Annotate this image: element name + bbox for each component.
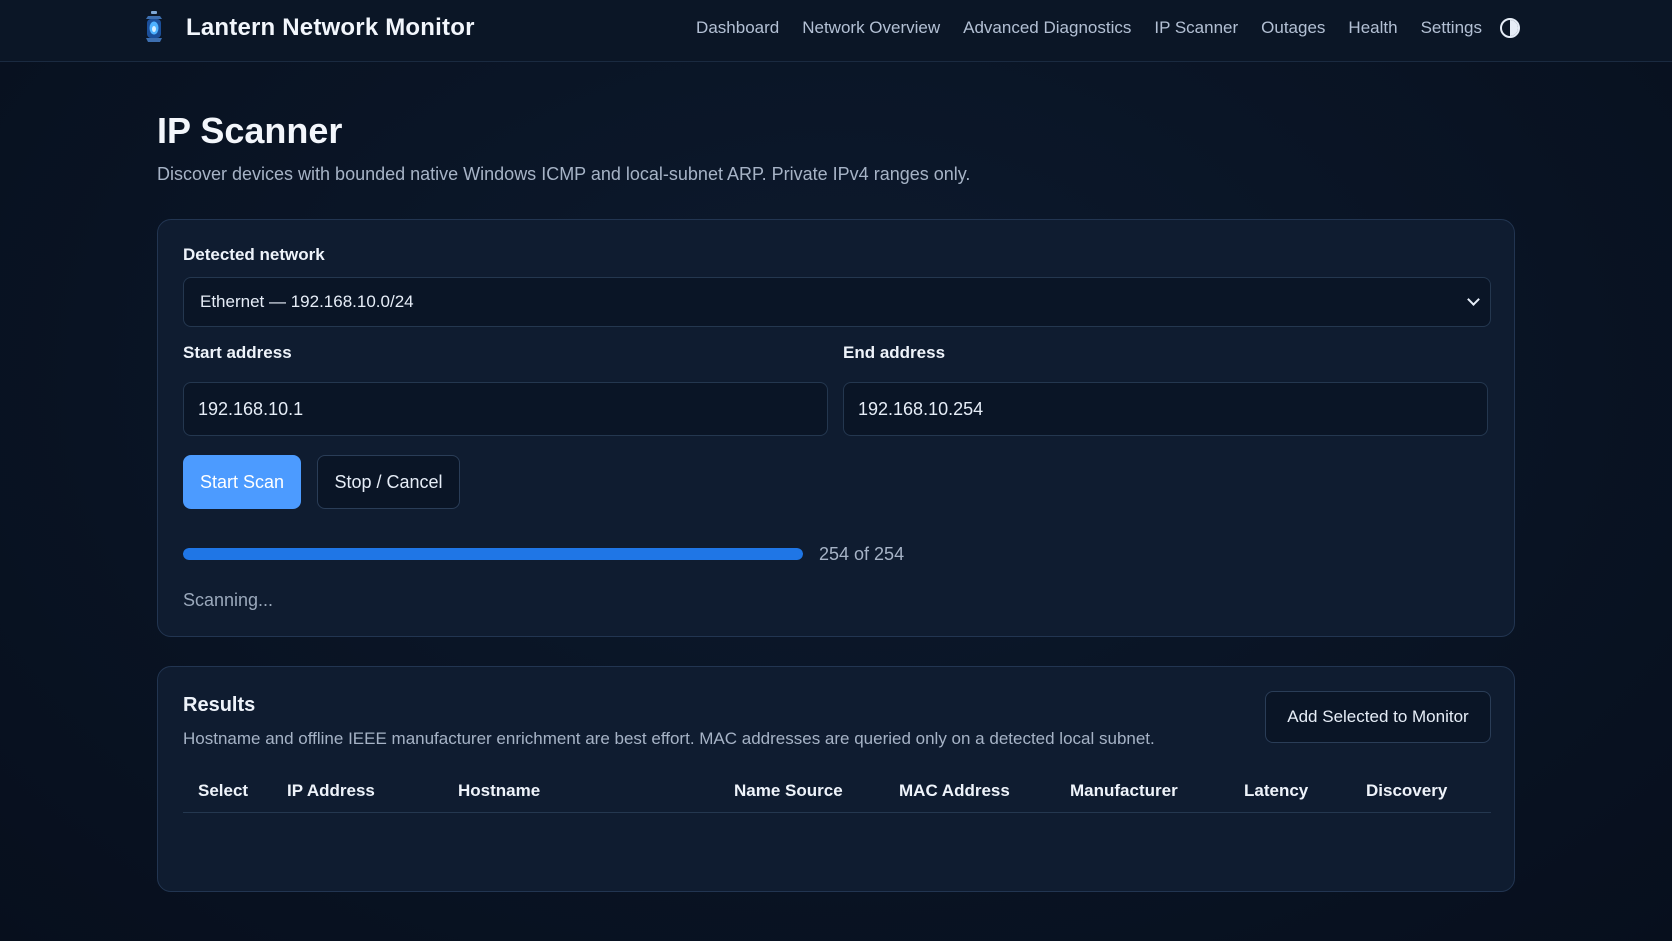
page-subtitle: Discover devices with bounded native Win… xyxy=(157,164,971,184)
nav-advanced-diagnostics[interactable]: Advanced Diagnostics xyxy=(963,18,1131,38)
main-nav: Dashboard Network Overview Advanced Diag… xyxy=(673,14,1482,42)
start-address-label: Start address xyxy=(183,343,292,362)
results-title: Results xyxy=(183,694,256,716)
column-header-name-source[interactable]: Name Source xyxy=(734,781,843,801)
scan-progress-text: 254 of 254 xyxy=(819,544,905,564)
chevron-down-icon xyxy=(1467,293,1480,306)
results-table-header: Select IP Address Hostname Name Source M… xyxy=(183,771,1491,813)
nav-outages[interactable]: Outages xyxy=(1261,18,1325,38)
end-address-value: 192.168.10.254 xyxy=(858,399,984,419)
start-address-value: 192.168.10.1 xyxy=(198,399,304,419)
page-title: IP Scanner xyxy=(157,110,343,151)
top-bar: Lantern Network Monitor Dashboard Networ… xyxy=(0,0,1672,62)
column-header-manufacturer[interactable]: Manufacturer xyxy=(1070,781,1178,801)
nav-dashboard[interactable]: Dashboard xyxy=(696,18,779,38)
scan-panel: Detected network Ethernet — 192.168.10.0… xyxy=(157,219,1515,637)
network-label: Detected network xyxy=(183,245,325,264)
column-header-mac-address[interactable]: MAC Address xyxy=(899,781,1010,801)
nav-network-overview[interactable]: Network Overview xyxy=(802,18,940,38)
column-header-select[interactable]: Select xyxy=(198,781,248,801)
add-selected-button[interactable]: Add Selected to Monitor xyxy=(1265,691,1491,743)
column-header-latency[interactable]: Latency xyxy=(1244,781,1308,801)
lantern-icon xyxy=(146,11,162,42)
results-panel: Results Hostname and offline IEEE manufa… xyxy=(157,666,1515,892)
brand[interactable]: Lantern Network Monitor xyxy=(140,8,475,48)
scan-progress-bar xyxy=(183,548,803,560)
start-address-input[interactable]: 192.168.10.1 xyxy=(183,382,828,436)
network-select-value: Ethernet — 192.168.10.0/24 xyxy=(200,292,414,311)
end-address-label: End address xyxy=(843,343,946,362)
network-select[interactable]: Ethernet — 192.168.10.0/24 xyxy=(183,277,1491,327)
results-subtitle: Hostname and offline IEEE manufacturer e… xyxy=(183,729,1155,748)
stop-cancel-button[interactable]: Stop / Cancel xyxy=(317,455,460,509)
nav-settings[interactable]: Settings xyxy=(1421,18,1482,38)
nav-health[interactable]: Health xyxy=(1348,18,1397,38)
app-title: Lantern Network Monitor xyxy=(186,14,475,41)
nav-ip-scanner[interactable]: IP Scanner xyxy=(1154,18,1238,38)
scan-progress-fill xyxy=(183,548,803,560)
column-header-ip-address[interactable]: IP Address xyxy=(287,781,375,801)
start-scan-button[interactable]: Start Scan xyxy=(183,455,301,509)
scan-status-text: Scanning... xyxy=(183,590,274,610)
end-address-input[interactable]: 192.168.10.254 xyxy=(843,382,1488,436)
column-header-hostname[interactable]: Hostname xyxy=(458,781,540,801)
column-header-discovery[interactable]: Discovery xyxy=(1366,781,1447,801)
contrast-icon[interactable] xyxy=(1500,18,1520,38)
